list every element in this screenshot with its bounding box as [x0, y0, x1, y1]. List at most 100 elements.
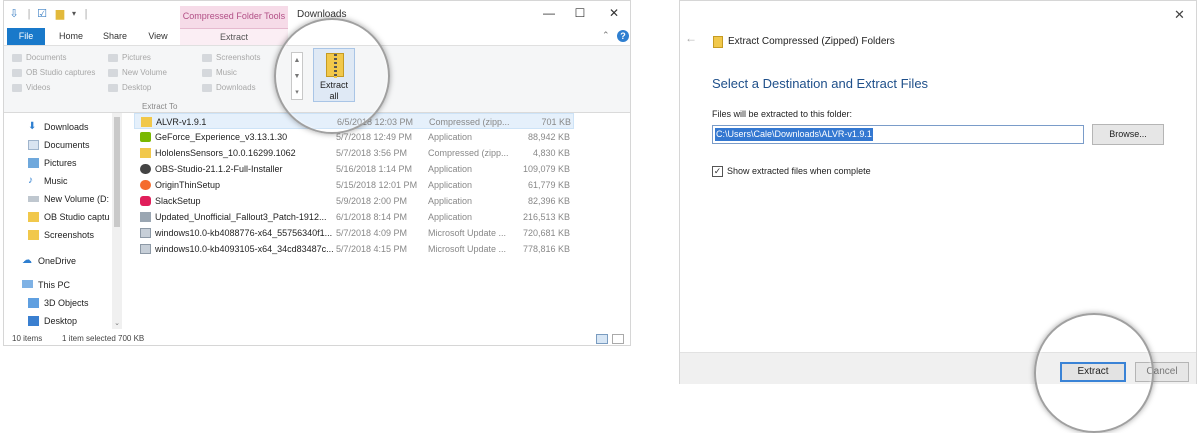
drive-icon — [28, 196, 39, 202]
tab-home[interactable]: Home — [54, 28, 88, 45]
nav-item-desktop[interactable]: Desktop — [28, 313, 77, 329]
back-arrow-icon[interactable]: ← — [685, 31, 697, 45]
checkmark-icon[interactable]: ☑ — [36, 8, 48, 20]
music-icon: ♪ — [28, 175, 33, 186]
extract-to-videos[interactable]: Videos — [12, 82, 50, 94]
file-row[interactable]: windows10.0-kb4088776-x64_55756340f1... … — [134, 225, 574, 241]
computer-icon — [22, 280, 33, 288]
nav-item-this-pc[interactable]: This PC — [22, 277, 70, 293]
nav-item-downloads[interactable]: ⬇Downloads✱ — [28, 119, 89, 135]
file-row[interactable]: OBS-Studio-21.1.2-Full-Installer 5/16/20… — [134, 161, 574, 177]
scrollbar-thumb[interactable] — [114, 117, 120, 227]
help-icon[interactable]: ? — [617, 30, 629, 42]
separator-icon: | — [27, 8, 31, 20]
close-icon[interactable]: ✕ — [1174, 7, 1185, 23]
destination-path-input[interactable]: C:\Users\Cale\Downloads\ALVR-v1.9.1 — [712, 125, 1084, 144]
tab-file[interactable]: File — [7, 28, 45, 45]
scroll-up-icon[interactable]: ▲ — [292, 53, 302, 69]
minimize-button[interactable]: — — [539, 5, 559, 21]
ribbon-group-label: Extract To — [142, 102, 178, 111]
nav-item-ob-studio[interactable]: OB Studio captu — [28, 209, 112, 225]
show-files-checkbox[interactable]: ✓ — [712, 166, 723, 177]
extract-all-label: Extract all — [319, 80, 348, 101]
tab-share[interactable]: Share — [96, 28, 134, 45]
file-row[interactable]: GeForce_Experience_v3.13.1.30 5/7/2018 1… — [134, 129, 574, 145]
file-row[interactable]: Updated_Unofficial_Fallout3_Patch-1912..… — [134, 209, 574, 225]
quick-access-dropdown-icon[interactable]: ▾ — [68, 8, 80, 20]
file-row[interactable]: OriginThinSetup 5/15/2018 12:01 PM Appli… — [134, 177, 574, 193]
large-icons-view-icon[interactable] — [612, 334, 624, 344]
ribbon-tabs: File Home Share View Extract ⌃ ? — [4, 28, 630, 45]
3d-objects-icon — [28, 298, 39, 308]
documents-icon — [28, 140, 39, 150]
separator-icon: | — [84, 8, 88, 20]
extract-to-pictures[interactable]: Pictures — [108, 52, 151, 64]
file-row[interactable]: SlackSetup 5/9/2018 2:00 PM Application … — [134, 193, 574, 209]
pictures-icon — [28, 158, 39, 168]
music-icon — [202, 69, 212, 77]
extract-to-new-volume[interactable]: New Volume — [108, 67, 167, 79]
zip-icon — [140, 148, 151, 158]
nav-item-music[interactable]: ♪ Music — [28, 173, 68, 189]
pictures-folder-icon — [108, 54, 118, 62]
folder-icon[interactable]: ▆ — [54, 8, 66, 20]
extract-all-button[interactable]: Extract all — [313, 48, 355, 102]
extract-button[interactable]: Extract — [1060, 362, 1126, 382]
slack-icon — [140, 196, 151, 206]
ribbon-extract: Documents OB Studio captures Videos Pict… — [4, 45, 630, 113]
origin-icon — [140, 180, 151, 190]
close-button[interactable]: ✕ — [604, 5, 624, 21]
nav-item-onedrive[interactable]: ☁ OneDrive — [22, 253, 76, 269]
extract-to-downloads[interactable]: Downloads — [202, 82, 256, 94]
nav-item-documents[interactable]: Documents✱ — [28, 137, 90, 153]
dialog-title: Extract Compressed (Zipped) Folders — [728, 36, 895, 47]
folder-icon — [12, 54, 22, 62]
folder-icon — [202, 54, 212, 62]
file-row[interactable]: ALVR-v1.9.1 6/5/2018 12:03 PM Compressed… — [134, 113, 574, 129]
navigation-pane: ⬇Downloads✱ Documents✱ Pictures✱ ♪Music … — [4, 113, 124, 331]
cancel-button[interactable]: Cancel — [1135, 362, 1189, 382]
status-bar: 10 items 1 item selected 700 KB — [4, 331, 630, 345]
scroll-down-icon[interactable]: ⌄ — [112, 319, 122, 329]
file-row[interactable]: windows10.0-kb4093105-x64_34cd83487c... … — [134, 241, 574, 257]
update-icon — [140, 228, 151, 238]
app-icon — [140, 164, 151, 174]
expand-ribbon-icon[interactable]: ⌃ — [602, 30, 610, 41]
nav-item-new-volume[interactable]: New Volume (D: — [28, 191, 112, 207]
file-explorer-window: ⇩ | ☑ ▆ ▾ | Compressed Folder Tools Down… — [3, 0, 631, 346]
nav-scrollbar[interactable]: ⌄ — [112, 113, 122, 329]
zip-folder-icon — [713, 36, 723, 48]
show-files-checkbox-label: Show extracted files when complete — [727, 166, 871, 176]
window-title: Downloads — [297, 9, 347, 20]
nav-item-screenshots[interactable]: Screenshots — [28, 227, 94, 243]
update-icon — [140, 244, 151, 254]
ribbon-gallery-scroll[interactable]: ▲ ▼ ▾ — [291, 52, 303, 100]
file-row[interactable]: HololensSensors_10.0.16299.1062 5/7/2018… — [134, 145, 574, 161]
extract-to-screenshots[interactable]: Screenshots — [202, 52, 260, 64]
video-folder-icon — [12, 84, 22, 92]
nav-item-pictures[interactable]: Pictures✱ — [28, 155, 77, 171]
desktop-icon — [108, 84, 118, 92]
extract-dialog: ✕ ← Extract Compressed (Zipped) Folders … — [679, 0, 1197, 433]
downloads-icon: ⬇ — [28, 121, 37, 132]
zip-icon — [141, 117, 152, 127]
browse-button[interactable]: Browse... — [1092, 124, 1164, 145]
nav-item-3d-objects[interactable]: 3D Objects — [28, 295, 89, 311]
dialog-footer: Extract Cancel — [680, 352, 1196, 384]
details-view-icon[interactable] — [596, 334, 608, 344]
tab-view[interactable]: View — [142, 28, 174, 45]
app-icon — [140, 212, 151, 222]
selection-info: 1 item selected 700 KB — [62, 334, 145, 343]
desktop-icon — [28, 316, 39, 326]
scroll-down-icon[interactable]: ▼ — [292, 69, 302, 85]
extract-to-documents[interactable]: Documents — [12, 52, 66, 64]
maximize-button[interactable]: ☐ — [570, 5, 590, 21]
extract-to-ob-studio[interactable]: OB Studio captures — [12, 67, 95, 79]
dialog-heading: Select a Destination and Extract Files — [712, 76, 929, 91]
drive-icon — [108, 69, 118, 77]
extract-to-music[interactable]: Music — [202, 67, 237, 79]
back-arrow-icon[interactable]: ⇩ — [8, 8, 20, 20]
more-icon[interactable]: ▾ — [292, 85, 302, 101]
extract-to-desktop[interactable]: Desktop — [108, 82, 151, 94]
tab-extract[interactable]: Extract — [180, 28, 288, 45]
